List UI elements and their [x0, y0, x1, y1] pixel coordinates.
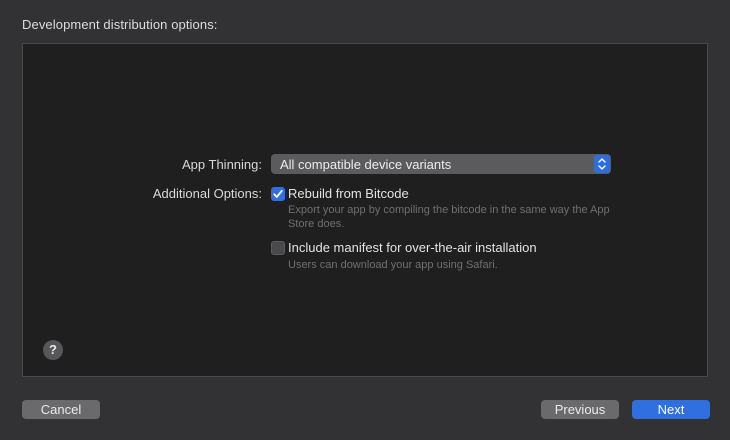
additional-options-label: Additional Options:: [152, 186, 262, 201]
question-mark-icon[interactable]: ?: [43, 340, 63, 360]
next-button[interactable]: Next: [632, 400, 710, 419]
rebuild-from-bitcode-checkbox[interactable]: [271, 187, 285, 201]
include-manifest-description: Users can download your app using Safari…: [288, 259, 498, 271]
include-manifest-checkbox[interactable]: [271, 241, 285, 255]
cancel-button[interactable]: Cancel: [22, 400, 100, 419]
rebuild-from-bitcode-description: Export your app by compiling the bitcode…: [288, 204, 610, 230]
app-thinning-selected-value: All compatible device variants: [280, 157, 452, 172]
options-panel: App Thinning: All compatible device vari…: [22, 43, 708, 377]
dialog-heading: Development distribution options:: [22, 17, 218, 32]
include-manifest-label[interactable]: Include manifest for over-the-air instal…: [288, 240, 537, 255]
previous-button[interactable]: Previous: [541, 400, 619, 419]
app-thinning-label: App Thinning:: [182, 157, 262, 172]
app-thinning-popup[interactable]: All compatible device variants: [271, 154, 611, 174]
chevron-up-down-icon: [594, 155, 610, 173]
rebuild-from-bitcode-label[interactable]: Rebuild from Bitcode: [288, 186, 409, 201]
export-options-dialog: Development distribution options: App Th…: [0, 0, 730, 440]
checkmark-icon: [273, 189, 283, 198]
